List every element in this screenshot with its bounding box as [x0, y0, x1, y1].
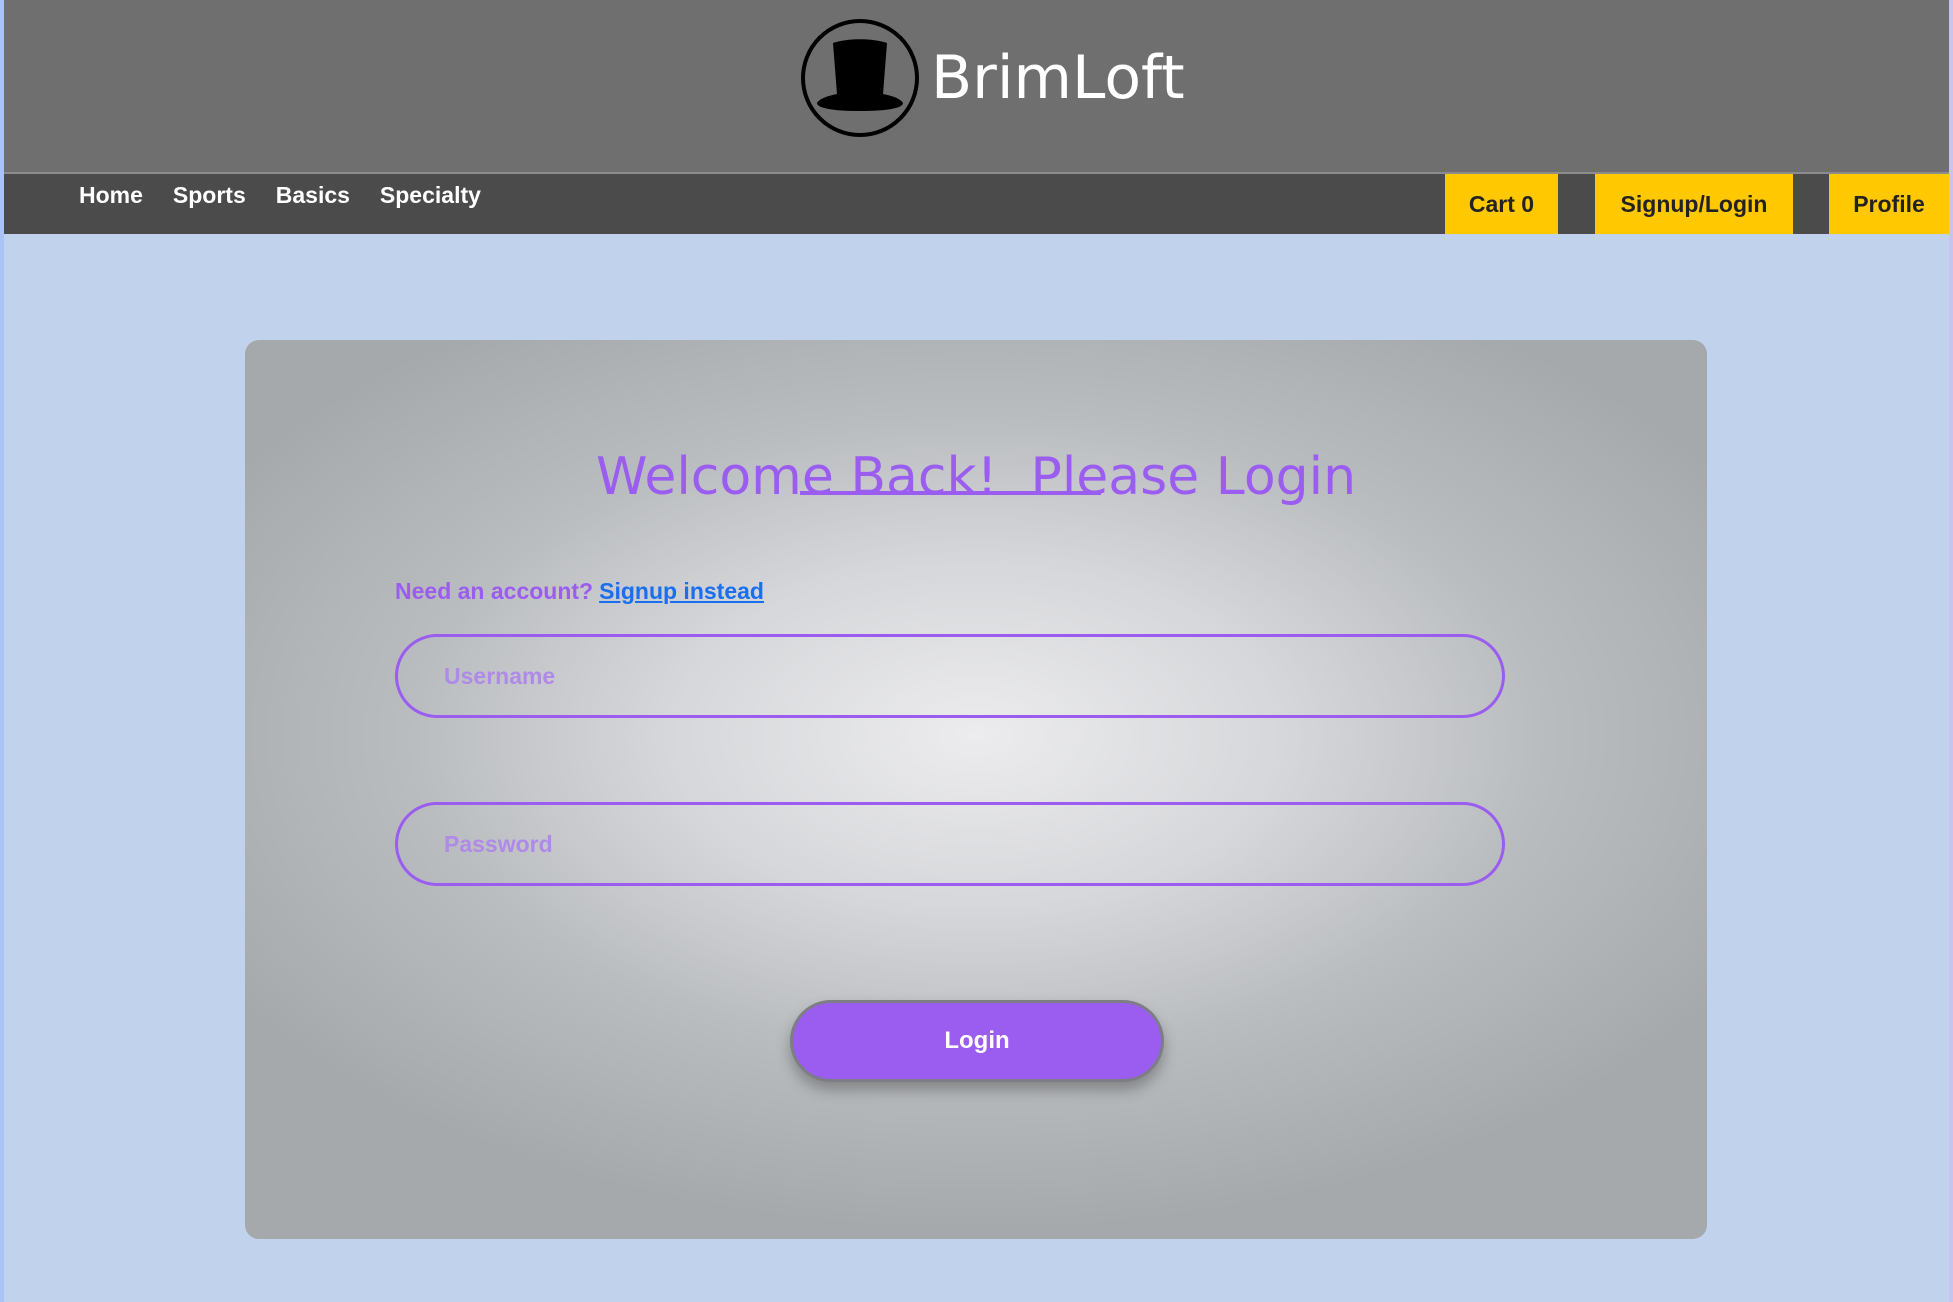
- title-underline: [800, 491, 1101, 495]
- nav-link-specialty[interactable]: Specialty: [380, 182, 481, 209]
- nav-link-basics[interactable]: Basics: [276, 182, 350, 209]
- site-header: BrimLoft: [4, 0, 1949, 173]
- profile-button[interactable]: Profile: [1829, 174, 1949, 234]
- page-title: Welcome Back! Please Login: [595, 446, 1357, 507]
- login-card: Welcome Back! Please Login Need an accou…: [245, 340, 1707, 1239]
- signup-login-button[interactable]: Signup/Login: [1595, 174, 1793, 234]
- brand-name: BrimLoft: [931, 43, 1185, 113]
- nav-link-home[interactable]: Home: [79, 182, 143, 209]
- signup-prompt-text: Need an account?: [395, 578, 594, 604]
- right-edge-strip: [1949, 0, 1953, 1302]
- cart-button[interactable]: Cart 0: [1445, 174, 1558, 234]
- password-input[interactable]: [395, 802, 1505, 886]
- main-navbar: Home Sports Basics Specialty Cart 0 Sign…: [4, 174, 1949, 234]
- brand[interactable]: BrimLoft: [799, 17, 1185, 139]
- top-hat-icon: [801, 19, 919, 137]
- nav-links: Home Sports Basics Specialty: [79, 174, 511, 216]
- username-input[interactable]: [395, 634, 1505, 718]
- signup-prompt: Need an account? Signup instead: [395, 578, 764, 605]
- login-button[interactable]: Login: [790, 1000, 1164, 1082]
- signup-instead-link[interactable]: Signup instead: [599, 578, 764, 604]
- nav-link-sports[interactable]: Sports: [173, 182, 246, 209]
